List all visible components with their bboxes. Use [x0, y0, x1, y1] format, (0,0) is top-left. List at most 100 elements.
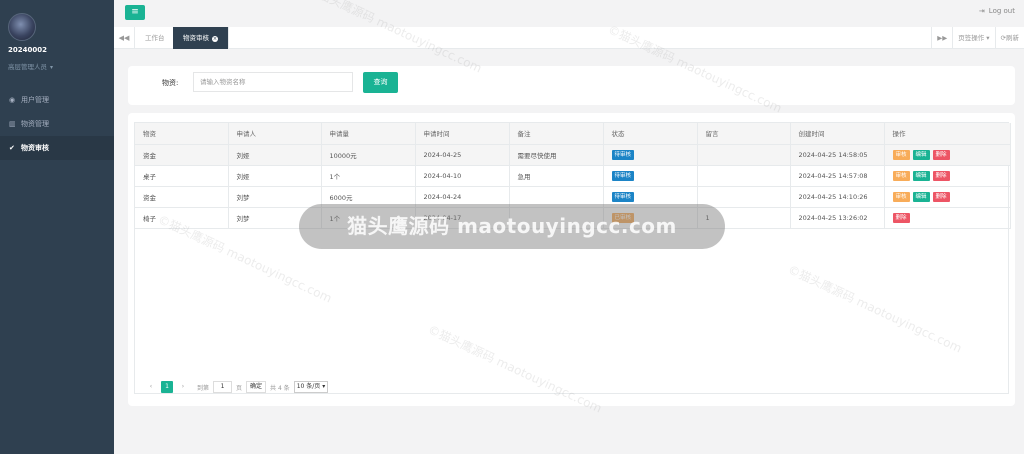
cell-applicant: 刘娅 [228, 165, 322, 187]
sidebar-item-label: 物资管理 [21, 120, 49, 128]
column-header[interactable]: 创建时间 [790, 123, 885, 145]
page-unit-label: 页 [236, 384, 243, 392]
column-header[interactable]: 留言 [697, 123, 791, 145]
cell-message [697, 165, 791, 187]
tab-workbench[interactable]: 工作台 [135, 27, 176, 49]
chevron-down-icon: ▾ [322, 383, 326, 390]
sidebar-item-label: 用户管理 [21, 96, 49, 104]
audit-button[interactable]: 审核 [892, 149, 910, 160]
bank-icon: ▥ [9, 120, 16, 128]
cell-item: 资金 [135, 144, 229, 166]
delete-button[interactable]: 删除 [932, 170, 950, 181]
menu-toggle-button[interactable]: ≡ [125, 5, 145, 20]
cell-ops: 审核 编辑 删除 [884, 186, 1011, 208]
next-page-icon[interactable]: › [177, 381, 189, 393]
tab-material-review[interactable]: 物资审核 × [173, 27, 229, 49]
cell-created: 2024-04-25 14:10:26 [790, 186, 885, 208]
cell-message [697, 144, 791, 166]
watermark-overlay-banner: 猫头鹰源码 maotouyingcc.com [299, 204, 725, 249]
logout-link[interactable]: ⇥ Log out [979, 7, 1015, 15]
material-search-input[interactable] [193, 72, 353, 92]
pagination: ‹ 1 › 到第 1 页 确定 共 4 条 10 条/页 ▾ [135, 380, 1010, 394]
column-header[interactable]: 申请量 [321, 123, 416, 145]
cell-date: 2024-04-25 [415, 144, 510, 166]
cell-created: 2024-04-25 14:58:05 [790, 144, 885, 166]
cell-note: 需要尽快使用 [509, 144, 604, 166]
double-left-arrow-icon: ◀◀ [118, 34, 130, 42]
table-panel: 物资 申请人 申请量 申请时间 备注 状态 留言 创建时间 操作 资金 刘娅 1… [128, 113, 1015, 406]
table-row[interactable]: 资金 刘娅 10000元 2024-04-25 需要尽快使用 待审核 2024-… [135, 144, 1011, 166]
total-count-label: 共 4 条 [270, 384, 290, 392]
page-size-select[interactable]: 10 条/页 ▾ [293, 381, 329, 393]
column-header[interactable]: 申请时间 [415, 123, 510, 145]
avatar[interactable] [8, 13, 36, 41]
edit-button[interactable]: 编辑 [912, 170, 930, 181]
delete-button[interactable]: 删除 [932, 149, 950, 160]
menu-icon: ≡ [131, 7, 139, 17]
tabs-scroll-right-button[interactable]: ▶▶ [931, 27, 952, 49]
search-panel: 物资: 查询 [128, 66, 1015, 105]
refresh-button[interactable]: ⟳刷新 [994, 27, 1024, 49]
user-id: 20240002 [8, 46, 47, 54]
tab-label: 物资审核 [183, 34, 209, 42]
sidebar-nav: ◉ 用户管理 ▥ 物资管理 ✔ 物资审核 [0, 88, 114, 160]
cell-ops: 审核 编辑 删除 [884, 165, 1011, 187]
delete-button[interactable]: 删除 [892, 212, 910, 223]
tabs-scroll-left-button[interactable]: ◀◀ [114, 27, 135, 49]
review-table: 物资 申请人 申请量 申请时间 备注 状态 留言 创建时间 操作 资金 刘娅 1… [134, 122, 1011, 394]
sidebar-item-user-management[interactable]: ◉ 用户管理 [0, 88, 114, 112]
top-bar: ≡ ⇥ Log out [114, 0, 1024, 27]
cell-applicant: 刘梦 [228, 186, 322, 208]
check-circle-icon: ✔ [9, 144, 15, 152]
goto-label: 到第 [197, 384, 210, 392]
column-header[interactable]: 物资 [135, 123, 229, 145]
edit-button[interactable]: 编辑 [912, 149, 930, 160]
audit-button[interactable]: 审核 [892, 170, 910, 181]
status-badge: 待审核 [611, 149, 635, 160]
edit-button[interactable]: 编辑 [912, 191, 930, 202]
sidebar-item-material-management[interactable]: ▥ 物资管理 [0, 112, 114, 136]
column-header[interactable]: 备注 [509, 123, 604, 145]
search-button[interactable]: 查询 [363, 72, 398, 93]
sidebar: 20240002 高层管理人员 ▾ ◉ 用户管理 ▥ 物资管理 ✔ 物资审核 [0, 0, 114, 454]
page-number-current[interactable]: 1 [161, 381, 173, 393]
audit-button[interactable]: 审核 [892, 191, 910, 202]
delete-button[interactable]: 删除 [932, 191, 950, 202]
cell-ops: 删除 [884, 207, 1011, 229]
goto-page-input[interactable]: 1 [213, 381, 233, 393]
cell-applicant: 刘娅 [228, 144, 322, 166]
tabs-bar: ◀◀ 工作台 物资审核 × ▶▶ 页签操作 ▾ ⟳刷新 [114, 27, 1024, 49]
logout-label: Log out [988, 7, 1015, 15]
tab-label: 工作台 [145, 34, 165, 42]
sidebar-item-label: 物资审核 [21, 144, 49, 152]
sign-out-icon: ⇥ [978, 7, 985, 15]
status-badge: 待审核 [611, 191, 635, 202]
status-badge: 待审核 [611, 170, 635, 181]
cell-ops: 审核 编辑 删除 [884, 144, 1011, 166]
page-size-label: 10 条/页 [296, 383, 321, 390]
page-ops-label: 页签操作 [958, 34, 985, 42]
goto-confirm-button[interactable]: 确定 [246, 381, 267, 393]
sidebar-item-material-review[interactable]: ✔ 物资审核 [0, 136, 114, 160]
user-icon: ◉ [9, 96, 16, 104]
column-header[interactable]: 操作 [884, 123, 1011, 145]
table-row[interactable]: 桌子 刘娅 1个 2024-04-10 急用 待审核 2024-04-25 14… [135, 165, 1011, 187]
close-tab-icon[interactable]: × [212, 36, 218, 42]
cell-amount: 10000元 [321, 144, 416, 166]
cell-amount: 1个 [321, 165, 416, 187]
cell-item: 资金 [135, 186, 229, 208]
cell-item: 桌子 [135, 165, 229, 187]
page-ops-dropdown[interactable]: 页签操作 ▾ [952, 27, 994, 49]
cell-message [697, 186, 791, 208]
prev-page-icon[interactable]: ‹ [145, 381, 157, 393]
column-header[interactable]: 申请人 [228, 123, 322, 145]
refresh-label: 刷新 [1006, 34, 1019, 42]
caret-down-icon: ▾ [50, 64, 54, 71]
user-role-dropdown[interactable]: 高层管理人员 ▾ [8, 61, 53, 71]
tabs-right-controls: ▶▶ 页签操作 ▾ ⟳刷新 [931, 27, 1024, 49]
cell-status: 待审核 [603, 165, 698, 187]
cell-created: 2024-04-25 14:57:08 [790, 165, 885, 187]
column-header[interactable]: 状态 [603, 123, 698, 145]
user-role-label: 高层管理人员 [8, 63, 47, 71]
cell-created: 2024-04-25 13:26:02 [790, 207, 885, 229]
